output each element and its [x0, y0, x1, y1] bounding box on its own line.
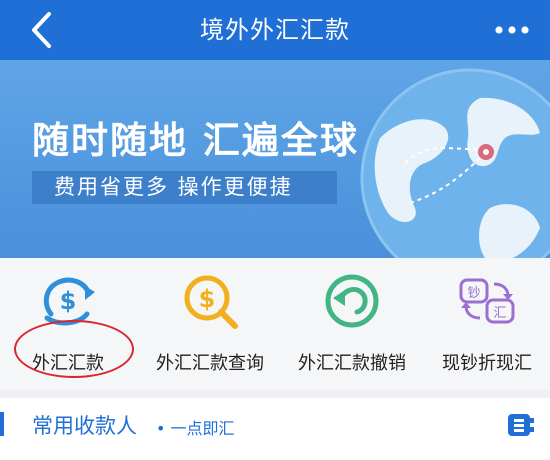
- page-title: 境外外汇汇款: [200, 16, 350, 44]
- svg-text:钞: 钞: [467, 286, 480, 301]
- feature-remittance-cancel[interactable]: 外汇汇款撤销: [283, 258, 421, 390]
- promo-banner[interactable]: 随时随地 汇遍全球 费用省更多 操作更便捷: [0, 60, 550, 258]
- nav-bar: 境外外汇汇款: [0, 0, 550, 60]
- dollar-search-icon: $: [184, 275, 238, 329]
- more-button[interactable]: [486, 12, 538, 48]
- feature-label: 外汇汇款撤销: [298, 353, 406, 374]
- contacts-icon: [508, 414, 534, 436]
- globe-icon: [360, 68, 550, 258]
- feature-remittance[interactable]: $ 外汇汇款: [6, 258, 130, 390]
- payees-title: 常用收款人: [32, 414, 137, 438]
- feature-label: 现钞折现汇: [442, 353, 532, 374]
- svg-text:$: $: [199, 285, 216, 313]
- banner-sub-slogan: 费用省更多 操作更便捷: [32, 171, 337, 204]
- dollar-transfer-icon: $: [43, 277, 95, 326]
- feature-label: 外汇汇款: [32, 353, 104, 374]
- feature-cash-exchange[interactable]: 钞 汇 现钞折现汇: [428, 258, 546, 390]
- more-dots-icon: [495, 26, 529, 34]
- cash-exchange-icon: 钞 汇: [459, 278, 515, 324]
- undo-icon: [325, 274, 379, 328]
- svg-text:$: $: [60, 287, 77, 315]
- feature-grid: $ 外汇汇款 $ 外汇汇款查询 外汇汇款撤销 钞 汇 现钞折现汇: [0, 258, 550, 390]
- section-accent-bar: [0, 412, 4, 436]
- svg-text:汇: 汇: [493, 306, 506, 321]
- feature-remittance-query[interactable]: $ 外汇汇款查询: [145, 258, 275, 390]
- payees-subtitle: • 一点即汇: [156, 419, 235, 438]
- banner-slogan: 随时随地 汇遍全球: [32, 119, 359, 162]
- payees-row[interactable]: 常用收款人 • 一点即汇: [0, 390, 550, 460]
- feature-label: 外汇汇款查询: [156, 353, 264, 374]
